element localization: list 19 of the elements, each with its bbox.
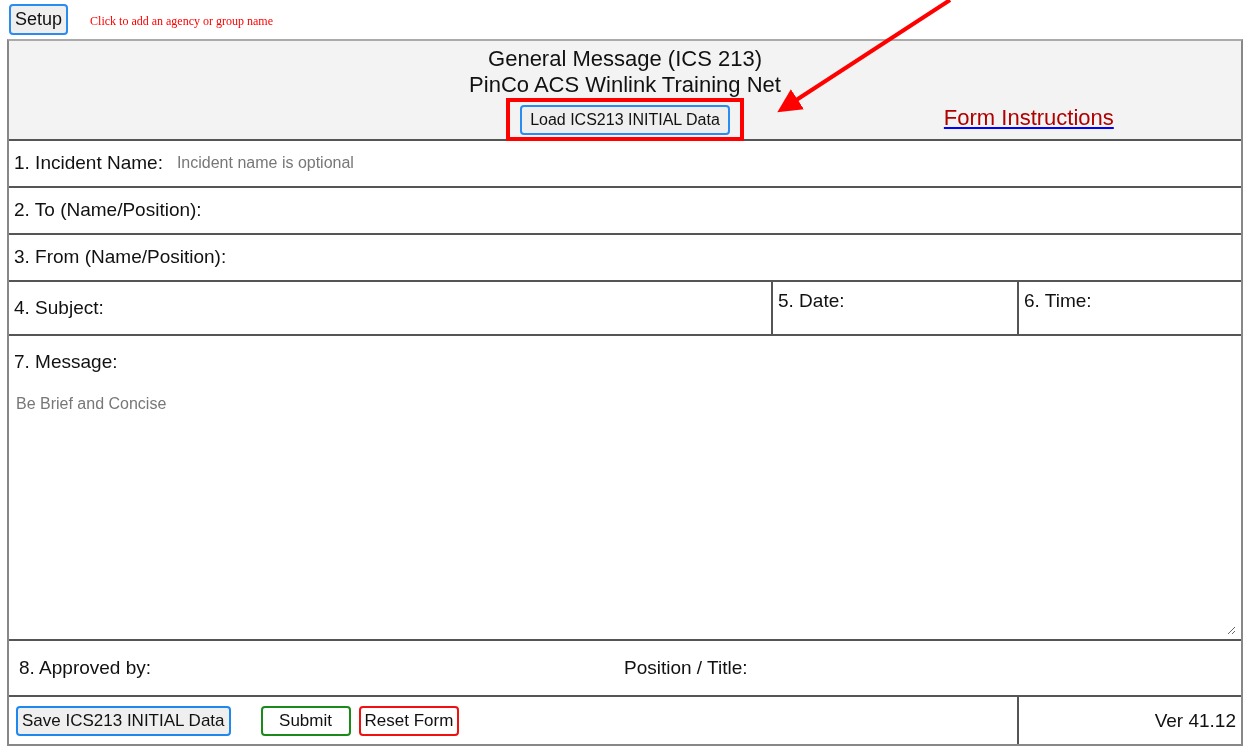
form-title: General Message (ICS 213) — [488, 46, 762, 72]
field-label: 4. Subject: — [14, 296, 104, 319]
field-label: Position / Title: — [624, 657, 748, 680]
field-label: 7. Message: — [14, 351, 119, 374]
field-label: 2. To (Name/Position): — [14, 199, 202, 222]
field-label: 6. Time: — [1024, 289, 1092, 312]
form-subtitle: PinCo ACS Winlink Training Net — [469, 72, 781, 98]
load-data-button[interactable]: Load ICS213 INITIAL Data — [520, 105, 730, 135]
version-label: Ver 41.12 — [1154, 709, 1236, 732]
agency-hint[interactable]: Click to add an agency or group name — [90, 14, 273, 29]
instructions-link[interactable]: Form Instructions — [943, 105, 1114, 131]
setup-button[interactable]: Setup — [9, 4, 69, 35]
reset-button[interactable]: Reset Form — [358, 705, 460, 736]
field-label: 5. Date: — [778, 289, 845, 312]
field-label: 1. Incident Name: — [14, 152, 163, 175]
field-label: 8. Approved by: — [19, 657, 152, 680]
field-label: 3. From (Name/Position): — [14, 246, 227, 269]
save-button[interactable]: Save ICS213 INITIAL Data — [16, 705, 231, 736]
submit-button[interactable]: Submit — [260, 705, 351, 736]
